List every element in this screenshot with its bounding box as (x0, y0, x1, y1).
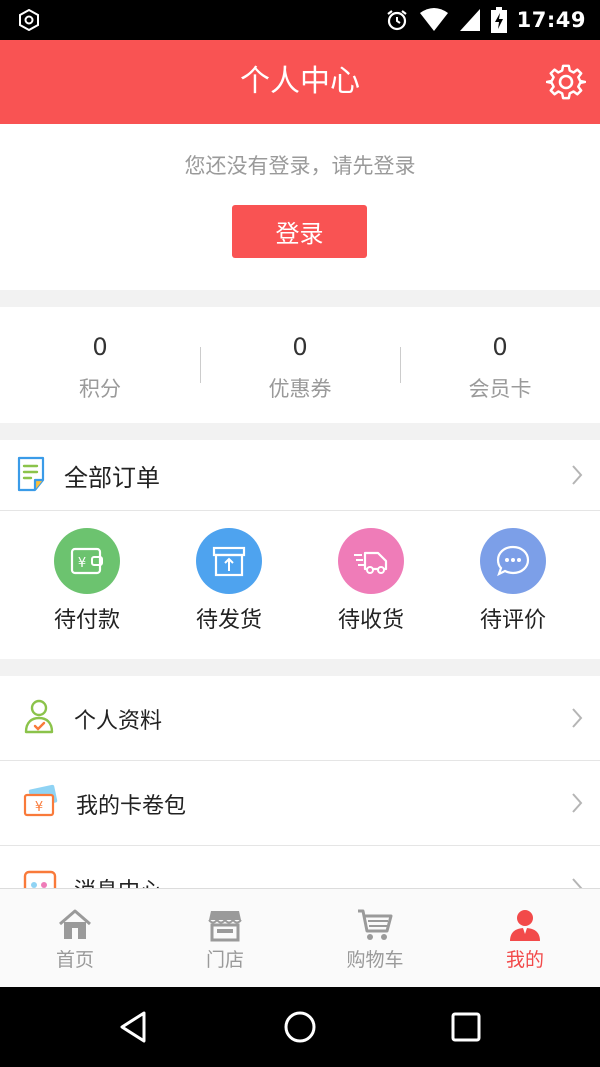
tab-label: 购物车 (346, 949, 404, 971)
login-prompt: 您还没有登录，请先登录 (184, 154, 416, 178)
voucher-icon: ¥ (23, 784, 58, 817)
order-list-icon (17, 456, 45, 492)
order-status-label: 待付款 (53, 608, 120, 633)
order-status-label: 待收货 (337, 608, 404, 633)
message-icon (23, 870, 57, 888)
login-section: 您还没有登录，请先登录 登录 (0, 124, 600, 290)
page-title: 个人中心 (240, 64, 360, 99)
stat-label: 积分 (79, 377, 121, 401)
stat-member-cards[interactable]: 0 会员卡 (400, 307, 600, 423)
all-orders-label: 全部订单 (64, 464, 160, 492)
menu-item-label: 消息中心 (74, 873, 162, 888)
back-icon[interactable] (116, 1009, 152, 1045)
stat-value: 0 (492, 333, 508, 361)
svg-text:¥: ¥ (78, 556, 86, 571)
stat-coupons[interactable]: 0 优惠券 (200, 307, 400, 423)
box-icon (212, 546, 246, 577)
tab-label: 门店 (205, 949, 244, 971)
battery-charging-icon (490, 7, 507, 33)
person-icon (24, 699, 54, 734)
order-status-label: 待评价 (479, 608, 546, 633)
store-icon (208, 911, 242, 942)
stat-label: 优惠券 (268, 377, 332, 401)
stats-bar: 0 积分 0 优惠券 0 会员卡 (0, 307, 600, 423)
order-status-label: 待发货 (195, 608, 262, 633)
order-icon-circle: ¥ (54, 528, 120, 594)
wifi-icon (419, 8, 448, 31)
truck-icon (354, 551, 388, 574)
signal-icon (459, 9, 480, 31)
status-icons: 17:49 (385, 6, 586, 34)
tab-label: 我的 (505, 949, 544, 971)
cart-icon (358, 909, 393, 940)
order-pending-receipt[interactable]: 待收货 (311, 528, 431, 634)
settings-gear-icon[interactable] (546, 62, 586, 102)
tab-store[interactable]: 门店 (150, 889, 300, 988)
menu-item-profile[interactable]: 个人资料 (0, 676, 600, 761)
chevron-right-icon (572, 878, 583, 888)
order-pending-shipment[interactable]: 待发货 (169, 528, 289, 634)
status-bar: 17:49 (0, 0, 600, 40)
order-pending-payment[interactable]: ¥ 待付款 (27, 528, 147, 634)
status-time: 17:49 (516, 8, 586, 32)
order-icon-circle (338, 528, 404, 594)
chevron-right-icon (572, 793, 583, 813)
chevron-right-icon (572, 465, 583, 485)
stat-value: 0 (92, 333, 108, 361)
login-button[interactable]: 登录 (232, 205, 367, 258)
me-icon (510, 910, 540, 941)
order-status-grid: ¥ 待付款 待发货 待收货 待评价 (0, 512, 600, 659)
tab-label: 首页 (55, 949, 94, 971)
alarm-icon (386, 10, 407, 31)
chat-icon (496, 545, 530, 577)
bottom-tab-bar: 首页 门店 购物车 我的 (0, 888, 600, 988)
menu-item-label: 我的卡卷包 (76, 794, 187, 819)
stat-label: 会员卡 (468, 377, 532, 401)
app-header: 个人中心 (0, 40, 600, 124)
order-icon-circle (480, 528, 546, 594)
order-pending-review[interactable]: 待评价 (453, 528, 573, 634)
chevron-right-icon (572, 708, 583, 728)
stat-points[interactable]: 0 积分 (0, 307, 200, 423)
tab-cart[interactable]: 购物车 (300, 889, 450, 988)
orders-section: 全部订单 ¥ 待付款 待发货 待收货 待评价 (0, 440, 600, 659)
order-icon-circle (196, 528, 262, 594)
menu-item-messages[interactable]: 消息中心 (0, 846, 600, 888)
menu-item-label: 个人资料 (74, 709, 163, 734)
wallet-icon: ¥ (70, 547, 103, 575)
tab-me[interactable]: 我的 (450, 889, 600, 988)
all-orders-row[interactable]: 全部订单 (0, 440, 600, 511)
home-circle-icon[interactable] (282, 1009, 318, 1045)
menu-list: 个人资料 ¥ 我的卡卷包 消息中心 (0, 676, 600, 888)
tab-home[interactable]: 首页 (0, 889, 150, 988)
recents-icon[interactable] (448, 1009, 484, 1045)
android-notification-icon (19, 9, 39, 31)
svg-text:¥: ¥ (35, 800, 43, 815)
menu-item-vouchers[interactable]: ¥ 我的卡卷包 (0, 761, 600, 846)
stat-value: 0 (292, 333, 308, 361)
system-nav-bar (0, 987, 600, 1067)
home-icon (59, 909, 91, 939)
